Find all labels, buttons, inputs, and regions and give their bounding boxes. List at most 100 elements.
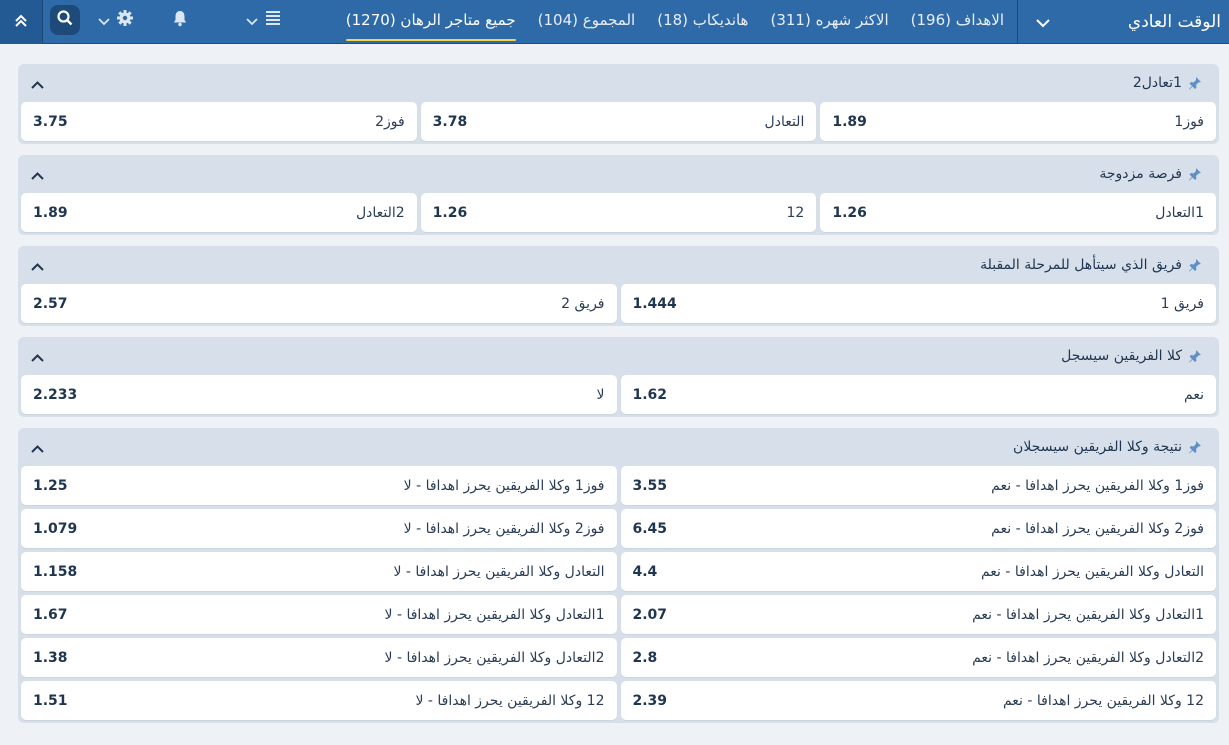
chevron-up-icon[interactable] bbox=[31, 438, 44, 457]
chevron-up-icon[interactable] bbox=[31, 347, 44, 366]
collapse-button[interactable] bbox=[0, 0, 43, 44]
odd-value: 2.8 bbox=[632, 649, 658, 666]
odd-button[interactable]: 2التعادل 1.89 bbox=[21, 193, 417, 232]
odd-value: 1.62 bbox=[632, 386, 668, 403]
tab-all-markets[interactable]: جميع متاجر الرهان (1270) bbox=[335, 0, 527, 44]
odd-value: 2.57 bbox=[33, 295, 68, 312]
period-selector[interactable]: الوقت العادي bbox=[1017, 0, 1229, 44]
outcome-label: فريق 1 bbox=[1160, 295, 1204, 312]
odd-button[interactable]: فريق 2 2.57 bbox=[21, 284, 617, 323]
search-button[interactable] bbox=[50, 5, 80, 35]
market-title: كلا الفريقين سيسجل bbox=[1061, 348, 1182, 364]
outcome-label: فوز1 bbox=[1174, 113, 1204, 130]
odd-value: 1.89 bbox=[33, 204, 68, 221]
chevron-up-icon[interactable] bbox=[31, 74, 44, 93]
search-icon bbox=[57, 10, 73, 30]
outcome-label: 2التعادل وكلا الفريقين يحرز اهدافا - نعم bbox=[972, 649, 1204, 666]
market-header[interactable]: كلا الفريقين سيسجل bbox=[21, 337, 1216, 375]
odd-button[interactable]: 1التعادل وكلا الفريقين يحرز اهدافا - لا 1… bbox=[21, 595, 617, 634]
odd-button[interactable]: التعادل 3.78 bbox=[420, 102, 817, 141]
pin-icon[interactable] bbox=[1188, 167, 1202, 181]
market-header[interactable]: 1تعادل2 bbox=[21, 64, 1216, 102]
odd-button[interactable]: 1التعادل 1.26 bbox=[820, 193, 1216, 232]
odd-value: 1.079 bbox=[33, 520, 78, 537]
market-both-teams-score: كلا الفريقين سيسجل نعم 1.62 لا 2.233 bbox=[18, 337, 1219, 417]
settings-menu-button[interactable] bbox=[98, 0, 134, 40]
top-bar: جميع متاجر الرهان (1270) المجموع (104) ه… bbox=[0, 0, 1229, 44]
tab-totals[interactable]: المجموع (104) bbox=[527, 0, 647, 44]
outcome-label: 12 bbox=[786, 204, 805, 221]
outcome-label: لا bbox=[596, 386, 605, 403]
market-header[interactable]: فرصة مزدوجة bbox=[21, 155, 1216, 193]
odd-value: 6.45 bbox=[632, 520, 668, 537]
outcome-label: 12 وكلا الفريقين يحرز اهدافا - نعم bbox=[1002, 692, 1204, 709]
outcome-label: التعادل وكلا الفريقين يحرز اهدافا - نعم bbox=[980, 563, 1204, 580]
pin-icon[interactable] bbox=[1188, 76, 1202, 90]
market-header[interactable]: فريق الذي سيتأهل للمرحلة المقبلة bbox=[21, 246, 1216, 284]
bell-icon bbox=[171, 9, 189, 31]
odd-value: 1.26 bbox=[432, 204, 468, 221]
view-menu-button[interactable] bbox=[246, 0, 282, 40]
period-label: الوقت العادي bbox=[1127, 12, 1221, 32]
outcome-label: فوز2 وكلا الفريقين يحرز اهدافا - لا bbox=[403, 520, 605, 537]
odd-button[interactable]: 12 وكلا الفريقين يحرز اهدافا - لا 1.51 bbox=[21, 681, 617, 720]
odd-button[interactable]: فوز1 1.89 bbox=[820, 102, 1216, 141]
odd-value: 1.444 bbox=[632, 295, 677, 312]
chevron-down-icon bbox=[246, 11, 258, 30]
odd-button[interactable]: 2التعادل وكلا الفريقين يحرز اهدافا - لا 1… bbox=[21, 638, 617, 677]
odd-value: 1.158 bbox=[33, 563, 78, 580]
odd-button[interactable]: فوز1 وكلا الفريقين يحرز اهدافا - لا 1.25 bbox=[21, 466, 617, 505]
market-title: نتيجة وكلا الفريقين سيسجلان bbox=[1013, 439, 1182, 455]
outcome-label: 1التعادل وكلا الفريقين يحرز اهدافا - نعم bbox=[972, 606, 1204, 623]
outcome-label: 1التعادل bbox=[1155, 204, 1204, 221]
odd-button[interactable]: التعادل وكلا الفريقين يحرز اهدافا - نعم 4… bbox=[620, 552, 1216, 591]
odd-button[interactable]: فوز2 وكلا الفريقين يحرز اهدافا - لا 1.079 bbox=[21, 509, 617, 548]
notifications-button[interactable] bbox=[171, 0, 189, 40]
odd-button[interactable]: لا 2.233 bbox=[21, 375, 617, 414]
pin-icon[interactable] bbox=[1188, 349, 1202, 363]
market-header[interactable]: نتيجة وكلا الفريقين سيسجلان bbox=[21, 428, 1216, 466]
tab-goals[interactable]: الاهداف (196) bbox=[900, 0, 1015, 44]
odd-value: 2.39 bbox=[632, 692, 668, 709]
odd-button[interactable]: فريق 1 1.444 bbox=[620, 284, 1216, 323]
outcome-label: التعادل وكلا الفريقين يحرز اهدافا - لا bbox=[393, 563, 605, 580]
chevron-up-icon[interactable] bbox=[31, 165, 44, 184]
odd-button[interactable]: 12 1.26 bbox=[420, 193, 817, 232]
odd-value: 1.89 bbox=[832, 113, 867, 130]
market-title: فريق الذي سيتأهل للمرحلة المقبلة bbox=[980, 257, 1182, 273]
tab-popular[interactable]: الاكثر شهره (311) bbox=[759, 0, 899, 44]
gear-icon bbox=[116, 9, 134, 31]
odd-button[interactable]: 2التعادل وكلا الفريقين يحرز اهدافا - نعم… bbox=[620, 638, 1216, 677]
market-result-both-teams-score: نتيجة وكلا الفريقين سيسجلان فوز1 وكلا ال… bbox=[18, 428, 1219, 723]
odd-button[interactable]: 1التعادل وكلا الفريقين يحرز اهدافا - نعم… bbox=[620, 595, 1216, 634]
odd-button[interactable]: فوز2 وكلا الفريقين يحرز اهدافا - نعم 6.45 bbox=[620, 509, 1216, 548]
market-1x2: 1تعادل2 فوز1 1.89 التعادل 3.78 فوز2 3.75 bbox=[18, 64, 1219, 144]
outcome-label: فوز1 وكلا الفريقين يحرز اهدافا - نعم bbox=[991, 477, 1204, 494]
odd-value: 1.38 bbox=[33, 649, 68, 666]
odd-value: 1.25 bbox=[33, 477, 68, 494]
outcome-label: فوز2 bbox=[375, 113, 405, 130]
outcome-label: 12 وكلا الفريقين يحرز اهدافا - لا bbox=[415, 692, 605, 709]
odd-value: 2.07 bbox=[632, 606, 668, 623]
odd-button[interactable]: فوز2 3.75 bbox=[21, 102, 417, 141]
markets-list: 1تعادل2 فوز1 1.89 التعادل 3.78 فوز2 3.75 فر… bbox=[18, 64, 1219, 734]
odd-button[interactable]: نعم 1.62 bbox=[620, 375, 1216, 414]
outcome-label: 1التعادل وكلا الفريقين يحرز اهدافا - لا bbox=[384, 606, 605, 623]
pin-icon[interactable] bbox=[1188, 440, 1202, 454]
odd-button[interactable]: التعادل وكلا الفريقين يحرز اهدافا - لا 1.… bbox=[21, 552, 617, 591]
odd-value: 2.233 bbox=[33, 386, 78, 403]
market-double-chance: فرصة مزدوجة 1التعادل 1.26 12 1.26 2التعادل… bbox=[18, 155, 1219, 235]
odd-button[interactable]: فوز1 وكلا الفريقين يحرز اهدافا - نعم 3.55 bbox=[620, 466, 1216, 505]
odd-button[interactable]: 12 وكلا الفريقين يحرز اهدافا - نعم 2.39 bbox=[620, 681, 1216, 720]
outcome-label: فوز1 وكلا الفريقين يحرز اهدافا - لا bbox=[403, 477, 605, 494]
tab-handicap[interactable]: هانديكاب (18) bbox=[646, 0, 759, 44]
pin-icon[interactable] bbox=[1188, 258, 1202, 272]
market-to-qualify: فريق الذي سيتأهل للمرحلة المقبلة فريق 1 1… bbox=[18, 246, 1219, 326]
chevron-up-icon[interactable] bbox=[31, 256, 44, 275]
odd-value: 3.55 bbox=[632, 477, 668, 494]
odd-value: 4.4 bbox=[632, 563, 658, 580]
odd-value: 3.75 bbox=[33, 113, 68, 130]
double-chevron-up-icon bbox=[14, 13, 28, 32]
market-title: 1تعادل2 bbox=[1132, 75, 1182, 91]
list-icon bbox=[264, 9, 282, 31]
